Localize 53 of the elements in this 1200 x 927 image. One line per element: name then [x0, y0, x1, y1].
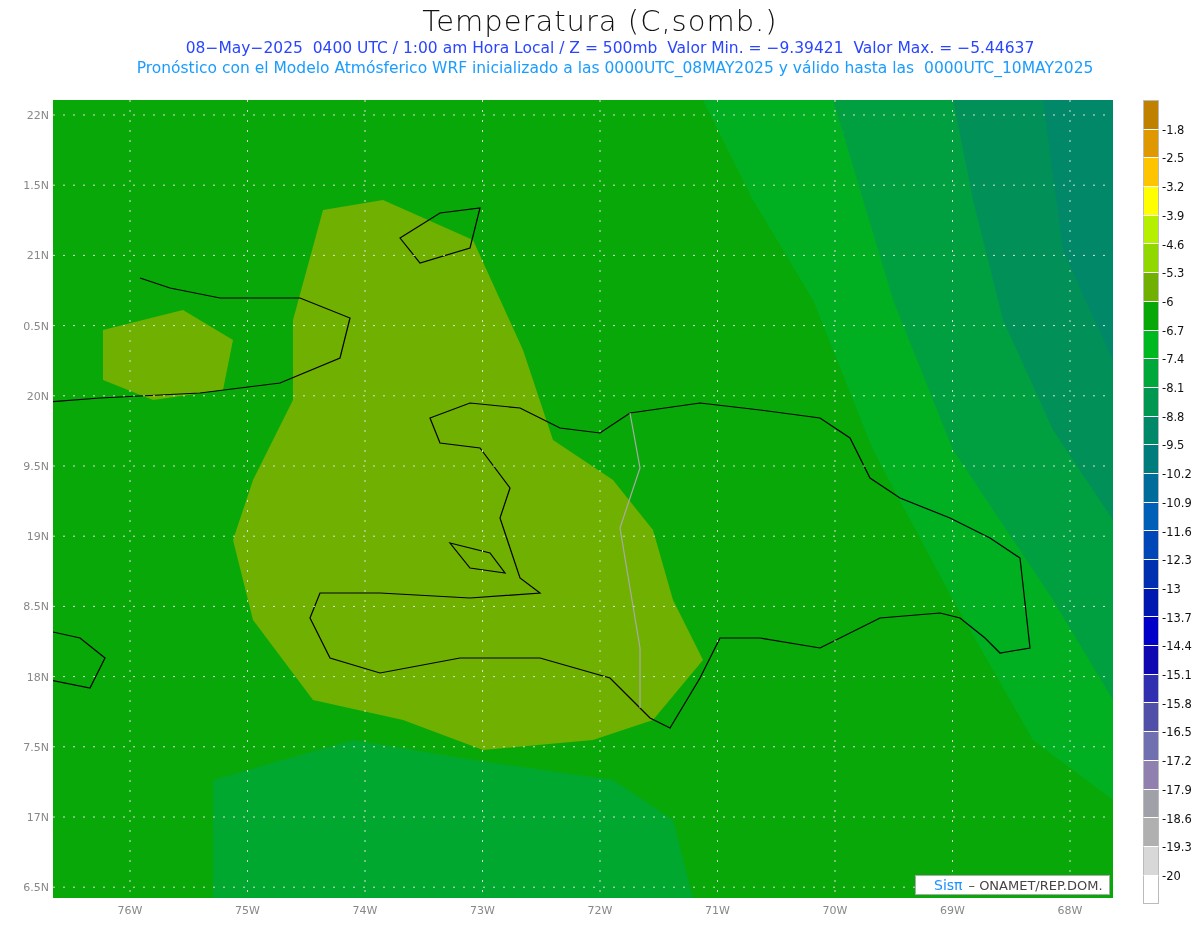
colorbar-label: -17.2 — [1162, 753, 1192, 770]
latitude-label: 1.5N — [23, 179, 49, 193]
colorbar-label: -12.3 — [1162, 552, 1192, 569]
colorbar-label: -18.6 — [1162, 810, 1192, 827]
plot-title: Temperatura (C,somb.) — [421, 3, 779, 38]
colorbar-label: -4.6 — [1162, 236, 1185, 253]
longitude-label: 75W — [234, 904, 261, 917]
colorbar-label: -6.7 — [1162, 322, 1185, 339]
latitude-label: 18N — [26, 670, 49, 684]
longitude-label: 69W — [939, 904, 966, 917]
latitude-label: 19N — [26, 530, 49, 544]
colorbar-label: -10.9 — [1162, 494, 1192, 511]
colorbar-label: -3.2 — [1162, 179, 1185, 196]
latitude-label: 7.5N — [23, 740, 49, 754]
colorbar-label: -19.3 — [1162, 839, 1192, 856]
latitude-label: 0.5N — [23, 319, 49, 333]
colorbar-label: -15.1 — [1162, 667, 1192, 683]
colorbar-label: -5.3 — [1162, 265, 1185, 282]
latitude-label: 6.5N — [23, 881, 49, 895]
colorbar-label: -9.5 — [1162, 437, 1185, 454]
logo-text: Sisπ — [934, 877, 963, 893]
colorbar-label: -20 — [1162, 867, 1181, 884]
plot-description: Pronóstico con el Modelo Atmósferico WRF inicializado a las 0000UTC_08MAY2025 y válido hasta las 0000UTC_10MAY2025 — [135, 58, 1095, 78]
colorbar-label: -17.9 — [1162, 781, 1192, 798]
colorbar-label: -16.5 — [1162, 724, 1192, 741]
latitude-label: 22N — [26, 109, 49, 122]
longitude-label: 74W — [351, 904, 379, 917]
colorbar-label: -1.8 — [1162, 121, 1185, 138]
colorbar-label: -10.2 — [1162, 466, 1192, 483]
longitude-label: 76W — [116, 904, 144, 917]
colorbar-label: -13.7 — [1162, 609, 1192, 626]
longitude-label: 72W — [586, 904, 614, 917]
colorbar-label: -8.1 — [1162, 380, 1185, 396]
plot-subtitle: 08−May−2025 0400 UTC / 1:00 am Hora Local / Z = 500mb Valor Min. = −9.39421 Valor Max. = −5.44637 — [184, 38, 1036, 58]
colorbar-label: -11.6 — [1162, 523, 1192, 540]
longitude-label: 73W — [469, 904, 496, 917]
longitude-label: 70W — [821, 904, 849, 917]
colorbar-label: -2.5 — [1162, 150, 1185, 167]
colorbar-label: -14.4 — [1162, 638, 1192, 655]
latitude-label: 8.5N — [23, 600, 49, 614]
latitude-label: 20N — [26, 389, 49, 403]
colorbar-label: -15.8 — [1162, 695, 1192, 712]
latitude-label: 21N — [26, 249, 49, 263]
latitude-label: 17N — [26, 811, 49, 824]
colorbar-label: -3.9 — [1162, 207, 1185, 224]
colorbar-label: -8.8 — [1162, 408, 1185, 425]
colorbar-label: -13 — [1162, 580, 1181, 597]
credit-text: – ONAMET/REP.DOM. — [968, 878, 1103, 893]
colorbar-label: -6 — [1162, 293, 1174, 310]
longitude-label: 71W — [704, 904, 731, 917]
colorbar-label: -7.4 — [1162, 351, 1185, 368]
latitude-label: 9.5N — [23, 460, 49, 473]
longitude-label: 68W — [1056, 904, 1084, 917]
